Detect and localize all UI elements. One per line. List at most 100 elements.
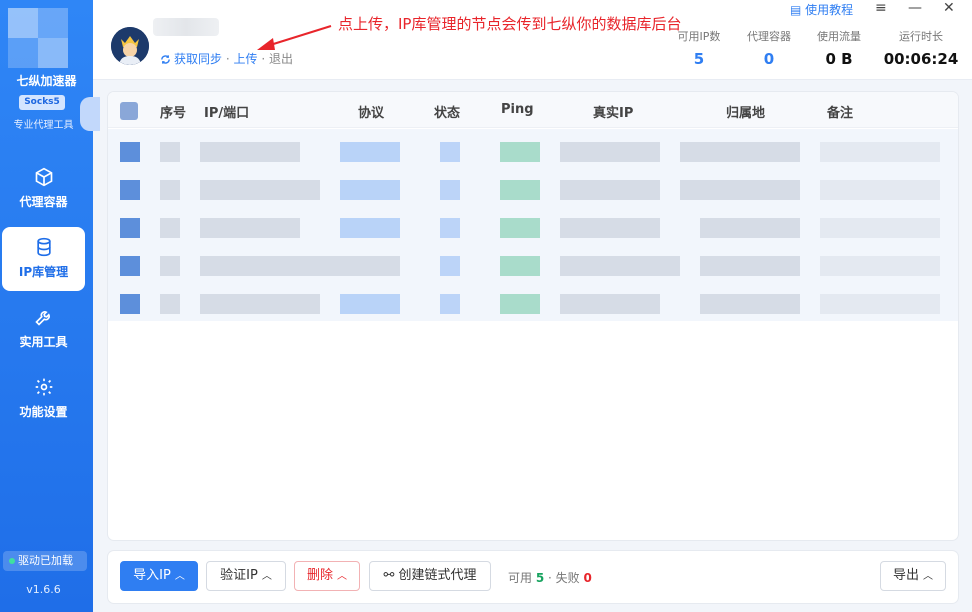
- fail-label: 失败: [555, 571, 580, 585]
- link-separator: ·: [225, 52, 230, 66]
- col-ping[interactable]: Ping: [501, 102, 534, 117]
- cell-redacted: [200, 142, 300, 162]
- ip-table: 序号 IP/端口 协议 状态 Ping 真实IP 归属地 备注: [108, 92, 958, 540]
- chevron-up-icon: ︿: [261, 571, 272, 582]
- cell-redacted: [440, 256, 460, 276]
- button-label: 验证IP: [220, 568, 258, 583]
- cell-redacted: [820, 218, 940, 238]
- col-location[interactable]: 归属地: [726, 102, 765, 121]
- cell-redacted: [340, 294, 400, 314]
- cell-redacted: [160, 218, 180, 238]
- sidebar-item-label: 实用工具: [19, 335, 68, 349]
- chevron-up-icon: ︿: [174, 571, 185, 582]
- stat-label: 运行时长: [899, 30, 943, 43]
- cell-redacted: [440, 180, 460, 200]
- cell-redacted: [560, 294, 660, 314]
- col-remark[interactable]: 备注: [827, 102, 853, 121]
- stat-traffic: 使用流量 0 B: [811, 28, 867, 68]
- fail-count: 0: [583, 571, 592, 585]
- export-button[interactable]: 导出 ︿: [880, 561, 946, 591]
- table-row[interactable]: [108, 169, 958, 207]
- cell-redacted: [500, 256, 540, 276]
- tutorial-link[interactable]: ▤ 使用教程: [790, 1, 853, 18]
- cell-redacted: [200, 180, 320, 200]
- stat-proxy-containers: 代理容器 0: [741, 28, 797, 68]
- minimize-button[interactable]: —: [908, 0, 922, 16]
- sync-link[interactable]: 获取同步: [174, 52, 222, 66]
- cell-redacted: [200, 218, 300, 238]
- wrench-icon: [34, 311, 50, 326]
- stat-value: 5: [693, 50, 705, 68]
- logout-link[interactable]: 退出: [269, 52, 293, 66]
- user-links: 获取同步 · 上传 · 退出: [160, 50, 293, 68]
- sidebar-item-tools[interactable]: 实用工具: [2, 297, 85, 361]
- cell-redacted: [200, 294, 320, 314]
- row-checkbox[interactable]: [120, 256, 140, 276]
- stat-available-ip: 可用IP数 5: [671, 28, 727, 68]
- cell-redacted: [700, 218, 800, 238]
- table-row[interactable]: [108, 207, 958, 245]
- button-label: 导入IP: [133, 568, 171, 583]
- cell-redacted: [820, 142, 940, 162]
- app-logo-icon: [8, 8, 68, 68]
- cell-redacted: [440, 294, 460, 314]
- cell-redacted: [680, 142, 800, 162]
- sidebar-collapse-handle[interactable]: [80, 97, 100, 131]
- cell-redacted: [160, 256, 180, 276]
- cell-redacted: [500, 142, 540, 162]
- driver-status: 驱动已加载: [3, 551, 87, 571]
- sidebar-item-label: IP库管理: [18, 265, 69, 279]
- cell-redacted: [440, 218, 460, 238]
- verify-summary: 可用 5 · 失败 0: [508, 569, 592, 586]
- cell-redacted: [560, 180, 660, 200]
- cell-redacted: [500, 180, 540, 200]
- stat-value: 0 B: [825, 50, 853, 68]
- cell-redacted: [560, 142, 660, 162]
- row-checkbox[interactable]: [120, 218, 140, 238]
- button-label: 删除: [306, 568, 333, 583]
- col-status[interactable]: 状态: [434, 102, 460, 121]
- avatar[interactable]: [111, 27, 149, 65]
- col-ip-port[interactable]: IP/端口: [204, 102, 249, 121]
- ok-count: 5: [535, 571, 545, 585]
- col-real-ip[interactable]: 真实IP: [593, 102, 633, 121]
- row-checkbox[interactable]: [120, 142, 140, 162]
- cell-redacted: [160, 180, 180, 200]
- cell-redacted: [560, 256, 680, 276]
- sidebar-item-ip-library[interactable]: IP库管理: [2, 227, 85, 291]
- stat-label: 代理容器: [747, 30, 791, 43]
- table-row[interactable]: [108, 131, 958, 169]
- database-icon: [36, 237, 51, 257]
- protocol-badge: Socks5: [19, 95, 65, 110]
- row-checkbox[interactable]: [120, 180, 140, 200]
- sidebar-item-label: 功能设置: [19, 405, 68, 419]
- close-button[interactable]: ✕: [943, 0, 955, 16]
- table-header: 序号 IP/端口 协议 状态 Ping 真实IP 归属地 备注: [108, 92, 958, 128]
- upload-link[interactable]: 上传: [234, 52, 258, 66]
- sync-icon: [160, 54, 171, 68]
- row-checkbox[interactable]: [120, 294, 140, 314]
- tutorial-label: 使用教程: [805, 3, 854, 17]
- link-icon: ⚯: [383, 568, 399, 583]
- cell-redacted: [200, 256, 400, 276]
- chevron-up-icon: ︿: [337, 571, 347, 582]
- col-index[interactable]: 序号: [160, 102, 186, 121]
- cell-redacted: [160, 294, 180, 314]
- sidebar-item-settings[interactable]: 功能设置: [2, 367, 85, 431]
- cell-redacted: [440, 142, 460, 162]
- annotation-arrow-icon: [257, 25, 332, 50]
- button-label: 导出: [892, 568, 919, 583]
- menu-button[interactable]: ≡: [875, 0, 887, 16]
- stat-uptime: 运行时长 00:06:24: [881, 28, 961, 68]
- sidebar-item-proxy-container[interactable]: 代理容器: [2, 157, 85, 221]
- create-chain-proxy-button[interactable]: ⚯ 创建链式代理: [369, 561, 491, 591]
- table-row[interactable]: [108, 245, 958, 283]
- select-all-checkbox[interactable]: [120, 102, 138, 120]
- delete-button[interactable]: 删除 ︿: [294, 561, 360, 591]
- app-version: v1.6.6: [26, 583, 61, 596]
- table-row[interactable]: [108, 283, 958, 321]
- import-ip-button[interactable]: 导入IP ︿: [120, 561, 198, 591]
- col-protocol[interactable]: 协议: [358, 102, 384, 121]
- stat-label: 可用IP数: [677, 30, 721, 43]
- verify-ip-button[interactable]: 验证IP ︿: [206, 561, 286, 591]
